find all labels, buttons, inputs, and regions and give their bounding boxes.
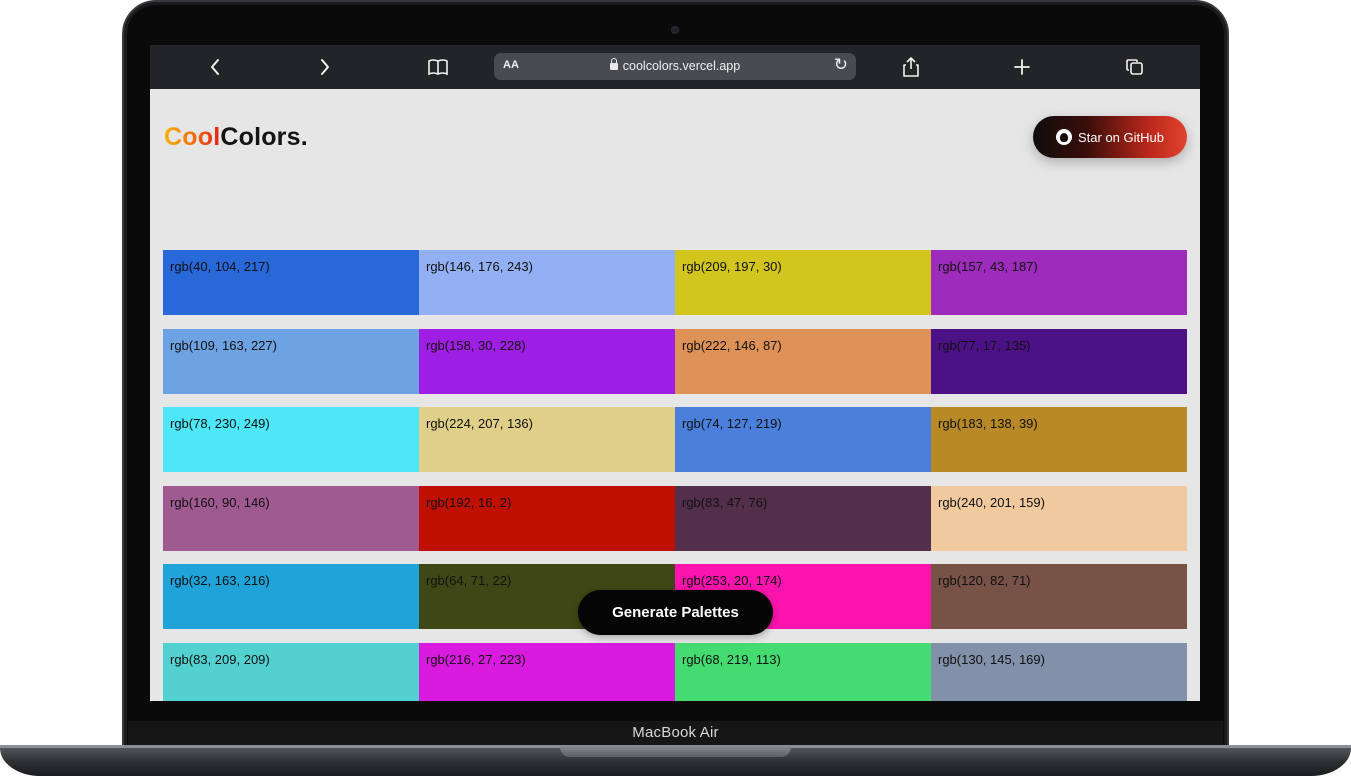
color-swatch-label: rgb(209, 197, 30) (682, 259, 782, 274)
color-swatch[interactable]: rgb(160, 90, 146) (163, 485, 419, 551)
color-swatch-label: rgb(40, 104, 217) (170, 259, 270, 274)
browser-toolbar: AA coolcolors.vercel.app ↻ (150, 45, 1200, 89)
color-swatch[interactable]: rgb(77, 17, 135) (931, 328, 1187, 394)
web-page: CoolColors. Star on GitHub rgb(40, 104, … (150, 89, 1200, 701)
color-swatch[interactable]: rgb(40, 104, 217) (163, 250, 419, 315)
color-swatch[interactable]: rgb(130, 145, 169) (931, 642, 1187, 701)
color-swatch-label: rgb(158, 30, 228) (426, 337, 526, 353)
color-swatch-label: rgb(183, 138, 39) (938, 416, 1038, 432)
star-on-github-button[interactable]: Star on GitHub (1033, 116, 1187, 158)
book-icon[interactable] (425, 54, 451, 80)
reload-icon[interactable]: ↻ (834, 55, 848, 75)
color-swatch[interactable]: rgb(83, 209, 209) (163, 642, 419, 701)
chevron-left-icon[interactable] (202, 54, 228, 80)
color-swatch-label: rgb(64, 71, 22) (426, 573, 512, 589)
share-icon[interactable] (898, 54, 924, 80)
color-swatch-label: rgb(222, 146, 87) (682, 337, 782, 353)
color-swatch[interactable]: rgb(32, 163, 216) (163, 564, 419, 630)
palette-row: rgb(83, 209, 209) rgb(216, 27, 223) rgb(68… (163, 642, 1187, 701)
plus-icon[interactable] (1009, 54, 1035, 80)
color-swatch[interactable]: rgb(224, 207, 136) (419, 407, 675, 473)
generate-palettes-button[interactable]: Generate Palettes (578, 590, 773, 635)
palette-row: rgb(160, 90, 146) rgb(192, 16, 2) rgb(83, … (163, 485, 1187, 551)
color-swatch[interactable]: rgb(157, 43, 187) (931, 250, 1187, 315)
url-text: coolcolors.vercel.app (622, 59, 741, 73)
color-swatch[interactable]: rgb(183, 138, 39) (931, 407, 1187, 473)
color-swatch[interactable]: rgb(146, 176, 243) (419, 250, 675, 315)
color-swatch[interactable]: rgb(109, 163, 227) (163, 328, 419, 394)
color-swatch[interactable]: rgb(216, 27, 223) (419, 642, 675, 701)
lock-icon (609, 58, 618, 70)
color-swatch-label: rgb(78, 230, 249) (170, 416, 270, 432)
github-button-label: Star on GitHub (1078, 129, 1164, 145)
color-swatch-label: rgb(109, 163, 227) (170, 337, 277, 353)
palette-row: rgb(109, 163, 227) rgb(158, 30, 228) rgb(2… (163, 328, 1187, 394)
laptop-base-notch (560, 745, 791, 757)
color-swatch[interactable]: rgb(120, 82, 71) (931, 564, 1187, 630)
color-swatch-label: rgb(224, 207, 136) (426, 416, 533, 432)
color-swatch-label: rgb(192, 16, 2) (426, 494, 512, 510)
palette-row: rgb(78, 230, 249) rgb(224, 207, 136) rgb(7… (163, 407, 1187, 473)
screen: AA coolcolors.vercel.app ↻ CoolColors. S… (150, 45, 1200, 701)
github-icon (1056, 129, 1072, 145)
color-swatch-label: rgb(120, 82, 71) (938, 573, 1031, 589)
device-label: MacBook Air (632, 724, 719, 741)
color-swatch-label: rgb(216, 27, 223) (426, 651, 526, 667)
color-swatch-label: rgb(32, 163, 216) (170, 573, 270, 589)
color-swatch-label: rgb(240, 201, 159) (938, 494, 1045, 510)
color-swatch-label: rgb(130, 145, 169) (938, 651, 1045, 667)
address-bar[interactable]: AA coolcolors.vercel.app ↻ (494, 53, 856, 80)
color-swatch-label: rgb(74, 127, 219) (682, 416, 782, 432)
logo-cool: Cool (164, 123, 221, 151)
chevron-right-icon[interactable] (312, 54, 338, 80)
url-field[interactable]: coolcolors.vercel.app (494, 58, 856, 73)
color-swatch[interactable]: rgb(68, 219, 113) (675, 642, 931, 701)
color-swatch-label: rgb(253, 20, 174) (682, 573, 782, 589)
color-swatch-label: rgb(83, 47, 76) (682, 494, 768, 510)
color-swatch-label: rgb(146, 176, 243) (426, 259, 533, 274)
color-swatch[interactable]: rgb(74, 127, 219) (675, 407, 931, 473)
color-swatch[interactable]: rgb(192, 16, 2) (419, 485, 675, 551)
color-swatch-label: rgb(83, 209, 209) (170, 651, 270, 667)
color-swatch-label: rgb(68, 219, 113) (682, 651, 781, 667)
color-swatch[interactable]: rgb(240, 201, 159) (931, 485, 1187, 551)
color-swatch-label: rgb(160, 90, 146) (170, 494, 270, 510)
color-swatch-label: rgb(157, 43, 187) (938, 259, 1038, 274)
color-swatch[interactable]: rgb(78, 230, 249) (163, 407, 419, 473)
logo[interactable]: CoolColors. (164, 123, 308, 152)
tabs-icon[interactable] (1122, 54, 1148, 80)
color-swatch-label: rgb(77, 17, 135) (938, 337, 1031, 353)
color-swatch[interactable]: rgb(158, 30, 228) (419, 328, 675, 394)
color-swatch[interactable]: rgb(83, 47, 76) (675, 485, 931, 551)
color-swatch[interactable]: rgb(209, 197, 30) (675, 250, 931, 315)
color-swatch[interactable]: rgb(222, 146, 87) (675, 328, 931, 394)
camera-icon (671, 26, 679, 34)
palette-row: rgb(40, 104, 217) rgb(146, 176, 243) rgb(2… (163, 250, 1187, 315)
laptop-mockup: AA coolcolors.vercel.app ↻ CoolColors. S… (0, 0, 1351, 776)
logo-colors: Colors. (220, 123, 308, 151)
